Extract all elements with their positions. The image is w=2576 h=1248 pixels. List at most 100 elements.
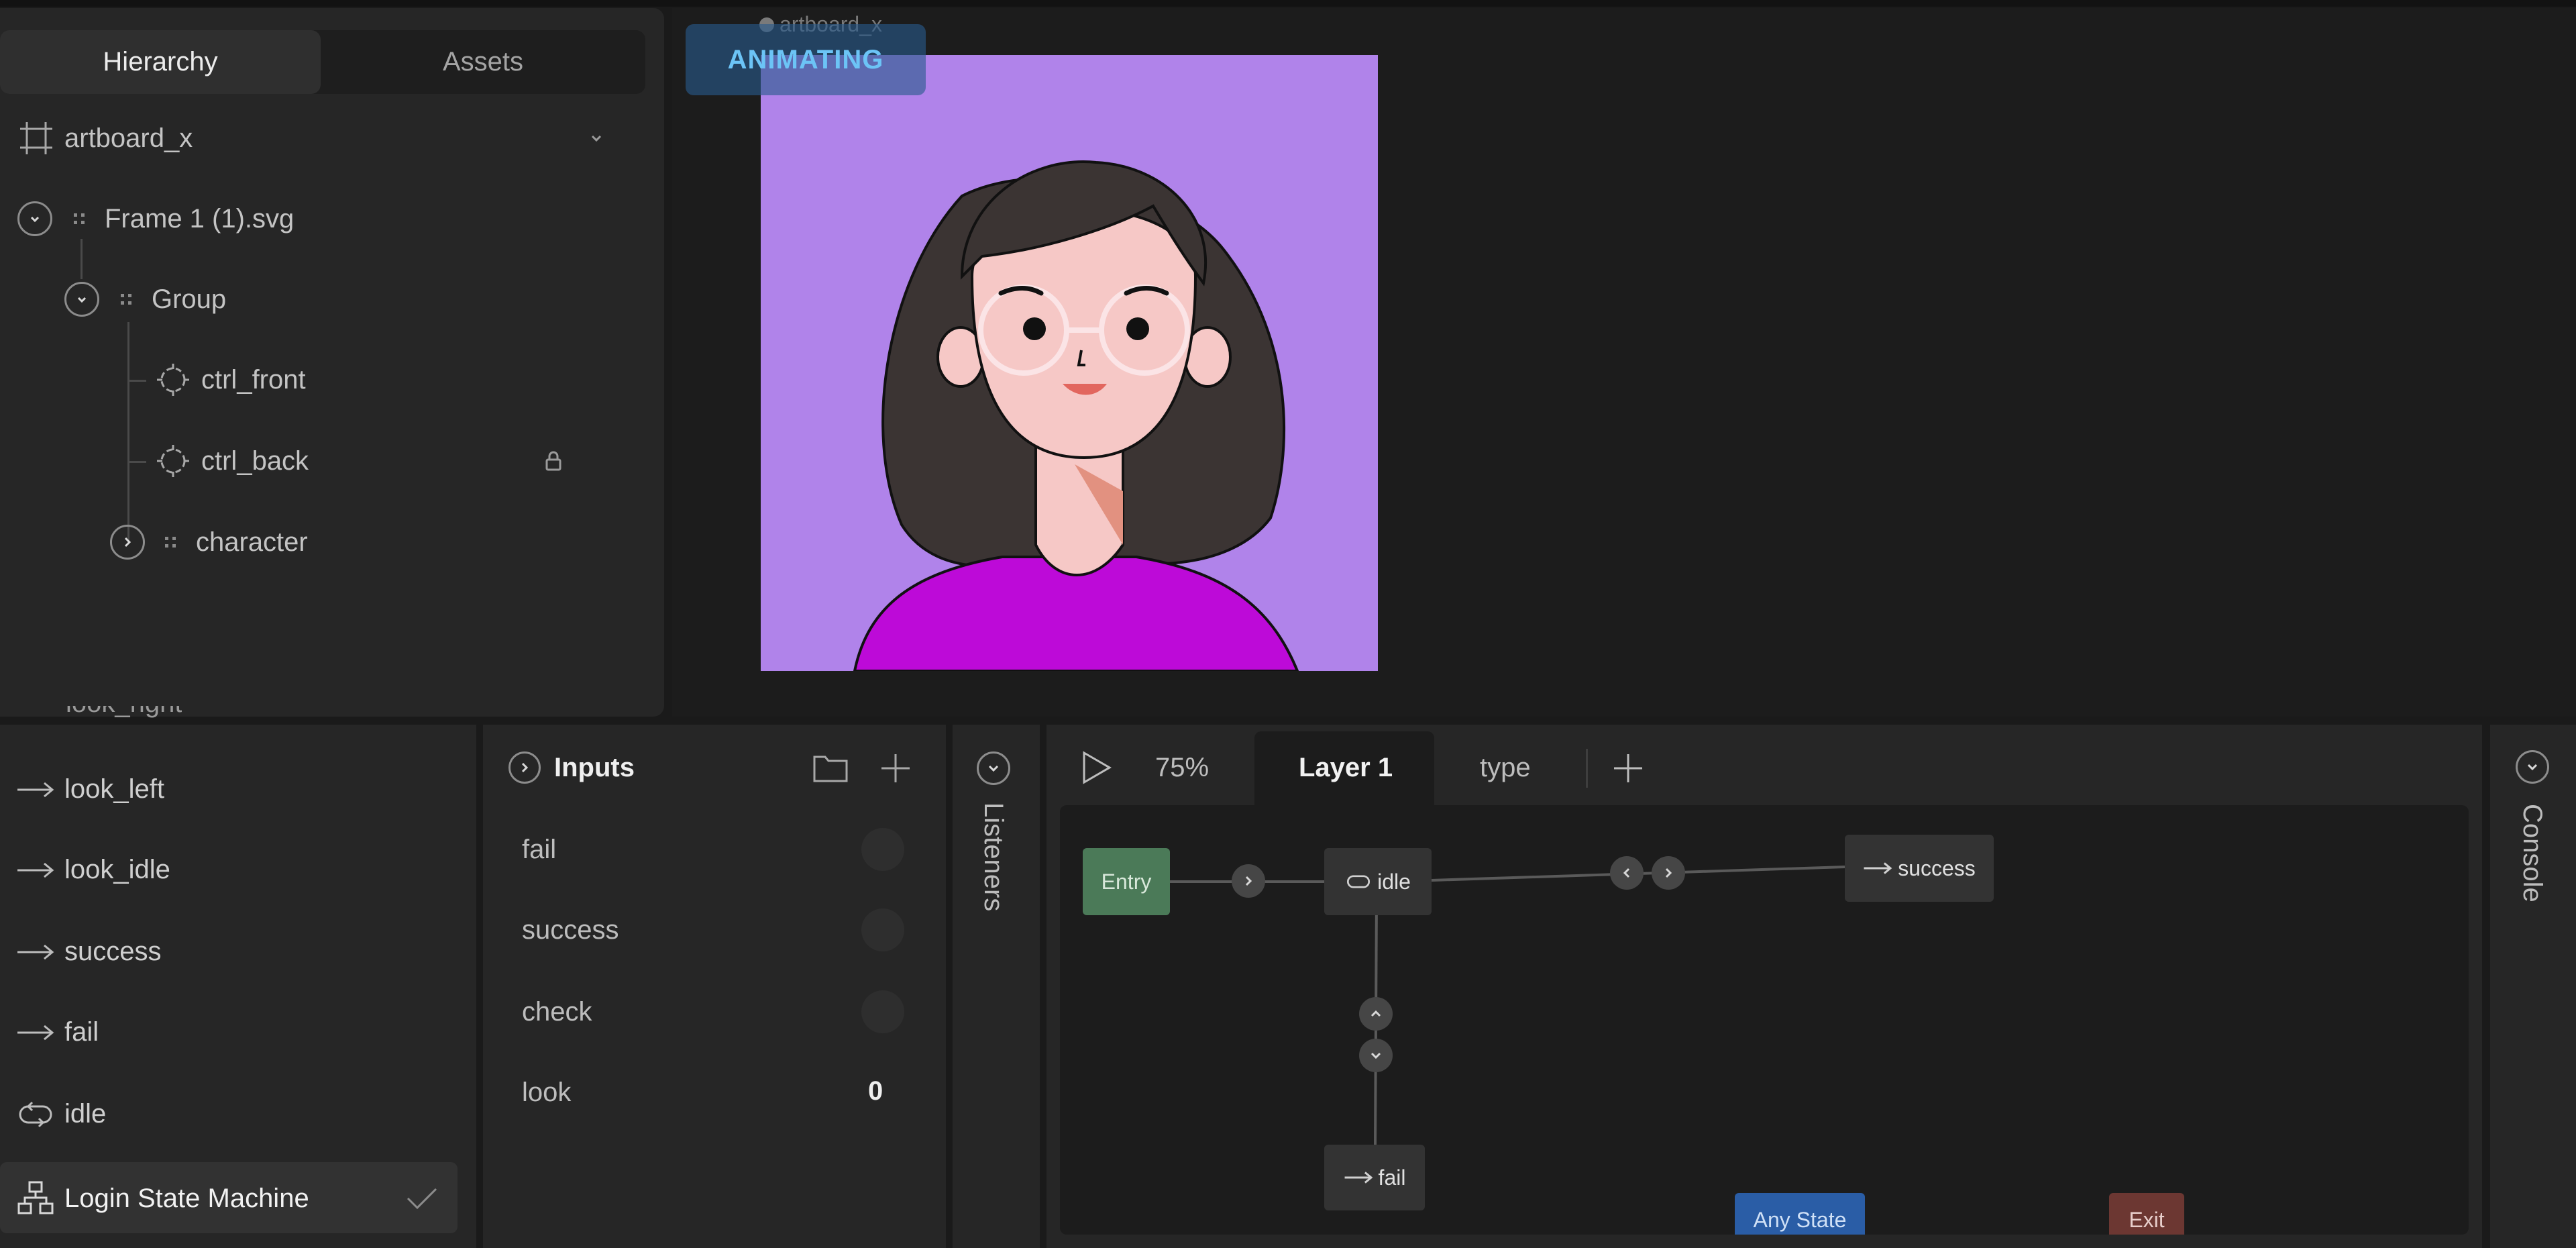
tab-layer-1[interactable]: Layer 1 bbox=[1299, 753, 1393, 783]
collapse-toggle-icon[interactable] bbox=[17, 201, 52, 236]
tree-line bbox=[127, 461, 146, 463]
arrow-right-icon bbox=[16, 860, 55, 880]
hierarchy-tabs: Hierarchy Assets bbox=[0, 30, 645, 94]
check-icon bbox=[405, 1185, 439, 1212]
sm-item-look-idle[interactable]: look_idle bbox=[16, 855, 170, 885]
node-entry-label: Entry bbox=[1101, 869, 1152, 894]
tree-row-artboard[interactable]: artboard_x bbox=[17, 118, 621, 158]
tree-row-ctrl-front[interactable]: ctrl_front bbox=[156, 360, 306, 400]
arrow-right-icon bbox=[16, 780, 55, 800]
node-success-label: success bbox=[1898, 855, 1976, 880]
transition-chevron-left-icon[interactable] bbox=[1610, 856, 1644, 890]
loop-icon bbox=[16, 1100, 55, 1129]
window-top-border bbox=[0, 0, 2576, 7]
arrow-right-icon bbox=[16, 1023, 55, 1043]
lock-icon[interactable] bbox=[542, 450, 565, 472]
input-name-check[interactable]: check bbox=[522, 997, 592, 1027]
console-label: Console bbox=[2518, 804, 2547, 902]
node-any-state[interactable]: Any State bbox=[1735, 1193, 1865, 1235]
tree-label-ctrl-back: ctrl_back bbox=[201, 446, 309, 476]
console-panel[interactable] bbox=[2490, 725, 2576, 1248]
trigger-button-fail[interactable] bbox=[861, 828, 904, 871]
collapse-toggle-icon[interactable] bbox=[64, 282, 99, 317]
tree-label-group: Group bbox=[152, 284, 227, 314]
node-fail[interactable]: fail bbox=[1324, 1145, 1425, 1210]
sm-item-fail[interactable]: fail bbox=[16, 1017, 99, 1047]
node-entry[interactable]: Entry bbox=[1083, 848, 1170, 915]
arrow-right-icon bbox=[16, 942, 55, 962]
tree-line bbox=[80, 239, 83, 279]
state-machine-icon bbox=[16, 1180, 55, 1217]
zoom-level[interactable]: 75% bbox=[1155, 753, 1209, 783]
tree-label-character: character bbox=[196, 527, 308, 557]
tab-type[interactable]: type bbox=[1480, 753, 1531, 783]
tab-assets[interactable]: Assets bbox=[321, 30, 645, 94]
tab-hierarchy[interactable]: Hierarchy bbox=[0, 30, 321, 94]
node-idle[interactable]: idle bbox=[1324, 848, 1432, 915]
node-any-state-label: Any State bbox=[1753, 1208, 1847, 1232]
play-icon[interactable] bbox=[1079, 750, 1114, 785]
input-name-fail[interactable]: fail bbox=[522, 835, 556, 865]
expand-inputs-icon[interactable] bbox=[508, 751, 541, 784]
tree-line bbox=[127, 322, 129, 543]
transition-chevron-down-icon[interactable] bbox=[1359, 1039, 1393, 1072]
transition-chevron-up-icon[interactable] bbox=[1359, 997, 1393, 1031]
input-value-look[interactable]: 0 bbox=[868, 1076, 883, 1106]
graph-connections bbox=[1170, 866, 1845, 1145]
transition-chevron-right-icon[interactable] bbox=[1232, 864, 1265, 898]
tree-row-group[interactable]: Group bbox=[64, 279, 226, 319]
add-layer-icon[interactable] bbox=[1611, 751, 1645, 785]
node-success[interactable]: success bbox=[1845, 835, 1994, 902]
listeners-label: Listeners bbox=[979, 802, 1008, 912]
tree-label-ctrl-front: ctrl_front bbox=[201, 364, 306, 395]
console-toggle-icon[interactable] bbox=[2516, 750, 2549, 784]
transition-chevron-right-icon[interactable] bbox=[1652, 856, 1685, 890]
inputs-panel bbox=[483, 725, 946, 1248]
chevron-down-icon[interactable] bbox=[586, 128, 606, 148]
sm-item-success[interactable]: success bbox=[16, 937, 162, 967]
state-graph-canvas[interactable]: Entry idle success fail Any State Exit bbox=[1060, 805, 2469, 1235]
sm-item-label: fail bbox=[64, 1017, 99, 1047]
trigger-button-check[interactable] bbox=[861, 990, 904, 1033]
character-illustration bbox=[853, 160, 1299, 671]
sm-item-idle[interactable]: idle bbox=[16, 1099, 106, 1129]
sm-item-label: look_left bbox=[64, 774, 164, 804]
artboard-artwork[interactable] bbox=[761, 55, 1378, 671]
list-item-label: look_right bbox=[66, 706, 182, 717]
folder-icon[interactable] bbox=[812, 751, 849, 785]
node-fail-label: fail bbox=[1378, 1165, 1406, 1190]
tree-row-ctrl-back[interactable]: ctrl_back bbox=[156, 441, 309, 481]
sm-item-label: success bbox=[64, 937, 162, 966]
target-icon bbox=[156, 362, 191, 397]
add-input-icon[interactable] bbox=[879, 751, 912, 785]
sm-item-label: look_idle bbox=[64, 855, 170, 884]
input-name-look[interactable]: look bbox=[522, 1078, 571, 1108]
tree-line bbox=[127, 380, 146, 382]
inputs-title: Inputs bbox=[554, 753, 635, 782]
node-exit[interactable]: Exit bbox=[2109, 1193, 2184, 1235]
input-name-success[interactable]: success bbox=[522, 915, 619, 945]
group-icon bbox=[70, 209, 89, 228]
artboard-icon bbox=[17, 119, 55, 157]
target-icon bbox=[156, 444, 191, 478]
node-idle-label: idle bbox=[1377, 869, 1411, 894]
trigger-button-success[interactable] bbox=[861, 908, 904, 951]
arrow-right-icon bbox=[1863, 860, 1892, 876]
expand-toggle-icon[interactable] bbox=[110, 525, 145, 560]
listeners-toggle-icon[interactable] bbox=[977, 751, 1010, 785]
arrow-right-icon bbox=[1344, 1169, 1373, 1186]
loop-icon bbox=[1345, 872, 1372, 892]
hierarchy-panel: Hierarchy Assets artboard_x Frame 1 (1).… bbox=[0, 8, 664, 717]
tree-row-frame[interactable]: Frame 1 (1).svg bbox=[17, 199, 294, 239]
tree-label-frame: Frame 1 (1).svg bbox=[105, 203, 294, 233]
sm-item-look-left[interactable]: look_left bbox=[16, 774, 164, 804]
artboard-name: artboard_x bbox=[64, 123, 193, 153]
list-item-partial[interactable]: look_right bbox=[16, 706, 182, 726]
group-icon bbox=[117, 290, 136, 309]
tab-divider bbox=[1586, 749, 1588, 788]
tree-row-character[interactable]: character bbox=[110, 522, 308, 562]
sm-item-label: idle bbox=[64, 1099, 107, 1129]
group-icon bbox=[161, 533, 180, 552]
sm-item-login-state-machine[interactable]: Login State Machine bbox=[16, 1180, 309, 1217]
node-exit-label: Exit bbox=[2129, 1208, 2165, 1232]
